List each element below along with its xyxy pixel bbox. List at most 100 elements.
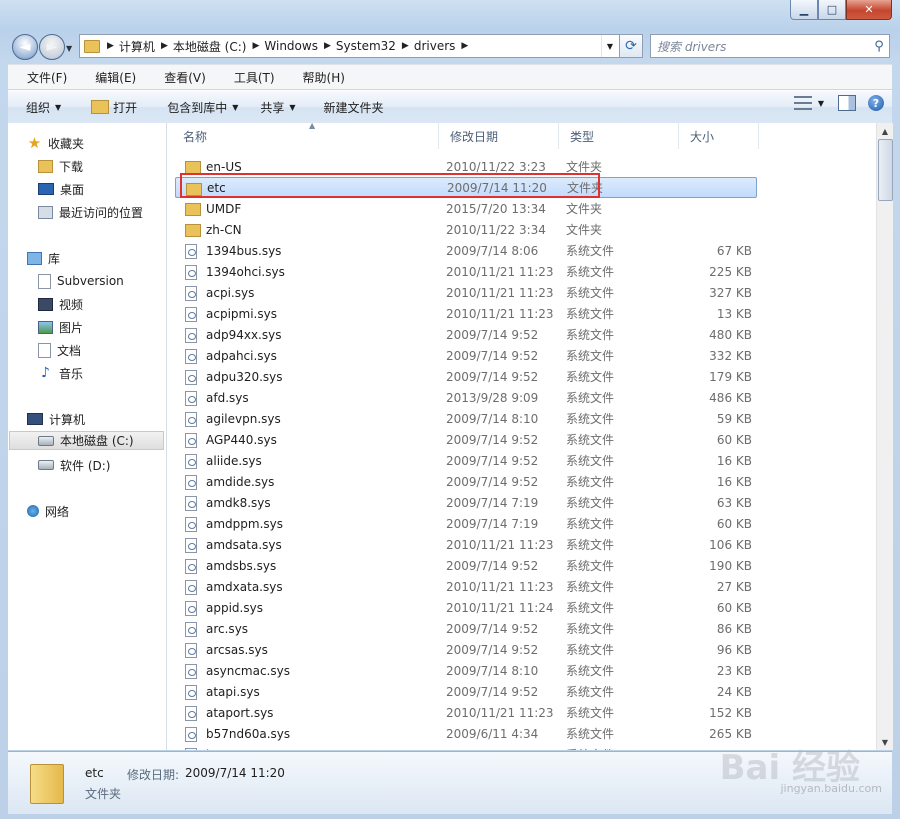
file-row[interactable]: acpipmi.sys 2010/11/21 11:23 系统文件 13 KB (175, 303, 755, 324)
folder-row[interactable]: zh-CN 2010/11/22 3:34 文件夹 (175, 219, 755, 240)
breadcrumb-windows[interactable]: Windows (264, 39, 323, 53)
chevron-right-icon[interactable]: ▶ (251, 41, 264, 51)
file-name: adp94xx.sys (206, 327, 282, 342)
file-row[interactable]: arcsas.sys 2009/7/14 9:52 系统文件 96 KB (175, 639, 755, 660)
sidebar-item-favorites[interactable]: ★ 收藏夹 (27, 133, 183, 153)
menu-file[interactable]: 文件(F) (8, 69, 76, 86)
file-row[interactable]: ataport.sys 2010/11/21 11:23 系统文件 152 KB (175, 702, 755, 723)
file-row[interactable]: afd.sys 2013/9/28 9:09 系统文件 486 KB (175, 387, 755, 408)
preview-pane-icon[interactable] (838, 95, 856, 111)
back-button[interactable]: ◄ (12, 34, 38, 60)
file-row[interactable]: appid.sys 2010/11/21 11:24 系统文件 60 KB (175, 597, 755, 618)
menu-help[interactable]: 帮助(H) (284, 69, 354, 86)
sidebar-item-libraries[interactable]: 库 (27, 248, 183, 268)
breadcrumb-computer[interactable]: 计算机 (119, 38, 160, 55)
system-file-icon (185, 748, 197, 750)
file-row[interactable]: adp94xx.sys 2009/7/14 9:52 系统文件 480 KB (175, 324, 755, 345)
file-type: 系统文件 (566, 475, 615, 489)
file-row[interactable]: atapi.sys 2009/7/14 9:52 系统文件 24 KB (175, 681, 755, 702)
organize-button[interactable]: 组织 ▼ (26, 99, 61, 116)
file-row[interactable]: amdsbs.sys 2009/7/14 9:52 系统文件 190 KB (175, 555, 755, 576)
open-button[interactable]: 打开 (91, 99, 137, 116)
search-icon[interactable]: ⚲ (869, 39, 889, 54)
file-name: arc.sys (206, 621, 249, 636)
file-row[interactable]: aliide.sys 2009/7/14 9:52 系统文件 16 KB (175, 450, 755, 471)
column-type[interactable]: 类型 (559, 123, 679, 149)
new-folder-button[interactable]: 新建文件夹 (324, 99, 384, 116)
scroll-up-icon[interactable]: ▲ (877, 123, 893, 139)
column-modified[interactable]: 修改日期 (439, 123, 559, 149)
file-row[interactable]: agilevpn.sys 2009/7/14 8:10 系统文件 59 KB (175, 408, 755, 429)
column-name[interactable]: 名称 ▲ (172, 123, 439, 149)
file-size: 60 KB (716, 432, 752, 447)
folder-row[interactable]: UMDF 2015/7/20 13:34 文件夹 (175, 198, 755, 219)
vertical-scrollbar[interactable]: ▲ ▼ (876, 123, 893, 750)
file-row[interactable]: amdxata.sys 2010/11/21 11:23 系统文件 27 KB (175, 576, 755, 597)
file-row[interactable]: b57nd60a.sys 2009/6/11 4:34 系统文件 265 KB (175, 723, 755, 744)
file-modified: 2009/7/14 9:52 (446, 474, 539, 489)
menu-view[interactable]: 查看(V) (145, 69, 215, 86)
chevron-right-icon[interactable]: ▶ (401, 41, 414, 51)
file-row[interactable]: AGP440.sys 2009/7/14 9:52 系统文件 60 KB (175, 429, 755, 450)
search-input[interactable]: 搜索 drivers (651, 38, 869, 55)
sidebar-item-label: 库 (48, 251, 61, 266)
include-in-library-button[interactable]: 包含到库中 ▼ (167, 99, 238, 116)
close-button[interactable]: ✕ (846, 0, 892, 20)
file-row[interactable]: adpu320.sys 2009/7/14 9:52 系统文件 179 KB (175, 366, 755, 387)
desktop-icon (38, 183, 54, 195)
file-row[interactable]: acpi.sys 2010/11/21 11:23 系统文件 327 KB (175, 282, 755, 303)
file-row[interactable]: amdide.sys 2009/7/14 9:52 系统文件 16 KB (175, 471, 755, 492)
computer-icon (27, 413, 43, 425)
file-size: 27 KB (716, 579, 752, 594)
file-row[interactable]: battc.sys2009/7/14 9:52系统文件28 KB (175, 744, 755, 750)
folder-icon (185, 203, 201, 216)
column-size[interactable]: 大小 (679, 123, 759, 149)
chevron-down-icon: ▼ (232, 102, 239, 112)
download-folder-icon (38, 159, 53, 173)
help-icon[interactable]: ? (868, 95, 884, 111)
menu-edit[interactable]: 编辑(E) (76, 69, 145, 86)
file-row[interactable]: adpahci.sys 2009/7/14 9:52 系统文件 332 KB (175, 345, 755, 366)
system-file-icon (185, 433, 197, 448)
address-bar[interactable]: ▶ 计算机 ▶ 本地磁盘 (C:) ▶ Windows ▶ System32 ▶… (79, 34, 643, 58)
search-box[interactable]: 搜索 drivers ⚲ (650, 34, 890, 58)
file-row[interactable]: amdsata.sys 2010/11/21 11:23 系统文件 106 KB (175, 534, 755, 555)
file-row[interactable]: amdppm.sys 2009/7/14 7:19 系统文件 60 KB (175, 513, 755, 534)
file-row[interactable]: asyncmac.sys 2009/7/14 8:10 系统文件 23 KB (175, 660, 755, 681)
forward-button[interactable]: ► (39, 34, 65, 60)
system-file-icon (185, 286, 197, 301)
scroll-thumb[interactable] (878, 139, 893, 201)
sidebar-item-network[interactable]: 网络 (27, 501, 183, 521)
file-type: 系统文件 (566, 746, 614, 750)
address-history-dropdown[interactable]: ▼ (601, 35, 618, 57)
sidebar-item-computer[interactable]: 计算机 (27, 409, 183, 429)
scroll-down-icon[interactable]: ▼ (877, 734, 893, 750)
file-row[interactable]: 1394bus.sys 2009/7/14 8:06 系统文件 67 KB (175, 240, 755, 261)
refresh-icon[interactable]: ⟳ (619, 35, 642, 57)
breadcrumb-system32[interactable]: System32 (336, 39, 401, 53)
breadcrumb-local-disk[interactable]: 本地磁盘 (C:) (173, 38, 252, 55)
file-size: 106 KB (709, 537, 752, 552)
system-file-icon (185, 265, 197, 280)
sidebar-item-local-disk[interactable]: 本地磁盘 (C:) (9, 431, 164, 450)
minimize-button[interactable]: ▁ (790, 0, 818, 20)
recent-pages-dropdown[interactable]: ▼ (66, 44, 72, 53)
chevron-right-icon[interactable]: ▶ (460, 41, 473, 51)
file-row[interactable]: amdk8.sys 2009/7/14 7:19 系统文件 63 KB (175, 492, 755, 513)
chevron-right-icon[interactable]: ▶ (160, 41, 173, 51)
system-file-icon (185, 643, 197, 658)
details-modified-label: 修改日期: (127, 768, 180, 782)
chevron-down-icon[interactable]: ▼ (818, 99, 824, 108)
file-row[interactable]: arc.sys 2009/7/14 9:52 系统文件 86 KB (175, 618, 755, 639)
share-button[interactable]: 共享 ▼ (260, 99, 295, 116)
view-options-icon[interactable] (793, 96, 812, 110)
breadcrumb-drivers[interactable]: drivers (414, 39, 461, 53)
chevron-right-icon[interactable]: ▶ (323, 41, 336, 51)
menu-tools[interactable]: 工具(T) (215, 69, 284, 86)
menu-bar: 文件(F) 编辑(E) 查看(V) 工具(T) 帮助(H) (8, 64, 892, 89)
file-type: 系统文件 (566, 601, 615, 615)
chevron-right-icon[interactable]: ▶ (106, 41, 119, 51)
sidebar-item-label: 图片 (59, 320, 84, 335)
maximize-button[interactable]: □ (818, 0, 846, 20)
file-row[interactable]: 1394ohci.sys 2010/11/21 11:23 系统文件 225 KB (175, 261, 755, 282)
